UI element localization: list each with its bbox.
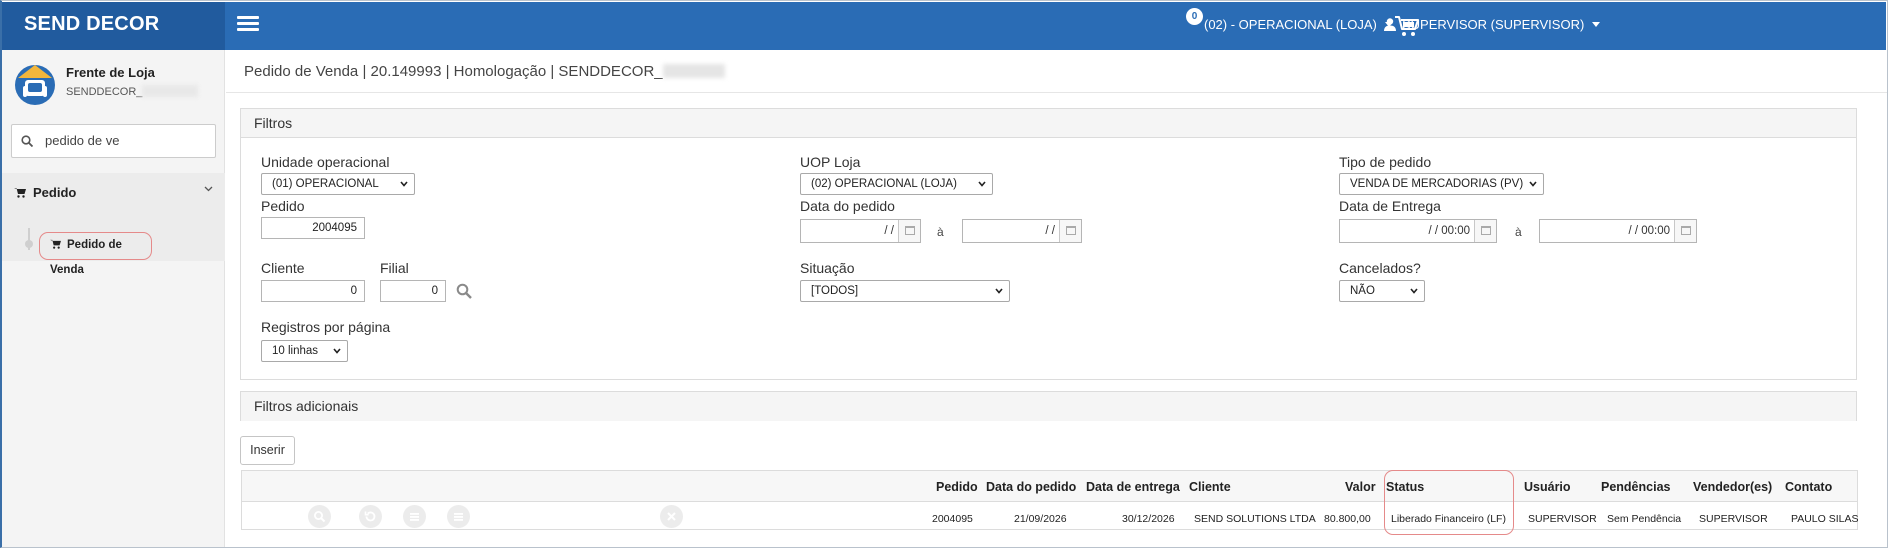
history-icon (364, 511, 376, 522)
filters-panel-title: Filtros (241, 109, 1856, 138)
cliente-label: Cliente (261, 260, 305, 276)
data-pedido-label: Data do pedido (800, 198, 895, 214)
app-subtitle: SENDDECOR_ (66, 85, 199, 98)
results-table: Pedido Data do pedido Data de entrega Cl… (241, 470, 1859, 530)
range-separator: à (1515, 225, 1522, 239)
unidade-label: Unidade operacional (261, 154, 390, 170)
data-pedido-from[interactable]: / / (800, 219, 921, 243)
insert-button[interactable]: Inserir (240, 436, 295, 465)
data-pedido-to[interactable]: / / (962, 219, 1082, 243)
user-menu[interactable]: SUPERVISOR (SUPERVISOR) (1384, 17, 1601, 32)
registros-label: Registros por página (261, 319, 391, 335)
column-header[interactable]: Cliente (1189, 480, 1231, 494)
cancel-button[interactable] (660, 505, 683, 528)
registros-select[interactable]: 10 linhas (261, 340, 348, 362)
tipo-pedido-label: Tipo de pedido (1339, 154, 1432, 170)
app-title: Frente de Loja (66, 65, 155, 80)
user-icon (1384, 18, 1396, 31)
menu-icon (454, 513, 463, 521)
chevron-down-icon (400, 181, 408, 187)
data-entrega-to[interactable]: / / 00:00 (1539, 219, 1697, 243)
column-header[interactable]: Pedido (936, 480, 978, 494)
calendar-icon[interactable] (1059, 220, 1081, 242)
cell-valor: 80.800,00 (1324, 513, 1371, 525)
uop-label: UOP Loja (800, 154, 861, 170)
column-header[interactable]: Pendências (1601, 480, 1670, 494)
column-header[interactable]: Contato (1785, 480, 1832, 494)
cell-data-entrega: 30/12/2026 (1122, 513, 1175, 525)
cancelados-select[interactable]: NÃO (1339, 280, 1425, 302)
menu-search-input[interactable] (45, 133, 205, 148)
list-button[interactable] (403, 505, 426, 528)
uop-select[interactable]: (02) OPERACIONAL (LOJA) (800, 173, 993, 195)
column-header[interactable]: Vendedor(es) (1693, 480, 1772, 494)
menu-group-pedido[interactable]: Pedido (14, 185, 76, 200)
unidade-select[interactable]: (01) OPERACIONAL (261, 173, 415, 195)
cell-data-pedido: 21/09/2026 (1014, 513, 1067, 525)
menu-group-label: Pedido (33, 185, 77, 200)
chevron-down-icon (1410, 288, 1418, 294)
user-menu-label: SUPERVISOR (SUPERVISOR) (1402, 17, 1585, 32)
cell-contato: PAULO SILAS (1791, 513, 1859, 525)
data-entrega-label: Data de Entrega (1339, 198, 1441, 214)
cliente-input[interactable]: 0 (261, 280, 365, 302)
column-header[interactable]: Usuário (1524, 480, 1571, 494)
calendar-icon[interactable] (898, 220, 920, 242)
cell-pendencias: Sem Pendência (1607, 513, 1682, 525)
cancelados-label: Cancelados? (1339, 260, 1421, 276)
menu-search-box[interactable] (11, 124, 216, 158)
situacao-label: Situação (800, 260, 855, 276)
additional-filters-title: Filtros adicionais (241, 392, 1856, 421)
cart-icon (50, 239, 61, 249)
cell-cliente: SEND SOLUTIONS LTDA (1194, 513, 1316, 525)
menu-toggle-icon[interactable] (237, 16, 259, 34)
cart-count-badge: 0 (1186, 8, 1203, 25)
chevron-down-icon (1529, 181, 1537, 187)
filial-label: Filial (380, 260, 409, 276)
table-header: Pedido Data do pedido Data de entrega Cl… (242, 471, 1857, 502)
cell-pedido: 2004095 (932, 513, 973, 525)
menu-item-pedido-de-venda[interactable]: Pedido de Venda (39, 232, 152, 276)
column-header[interactable]: Data do pedido (986, 480, 1076, 494)
chevron-down-icon (978, 181, 986, 187)
store-selector-label: (02) - OPERACIONAL (LOJA) (1204, 17, 1377, 32)
calendar-icon[interactable] (1474, 220, 1496, 242)
store-selector[interactable]: (02) - OPERACIONAL (LOJA) (1204, 17, 1393, 32)
chevron-down-icon[interactable] (204, 186, 213, 192)
additional-filters-panel[interactable]: Filtros adicionais (240, 391, 1857, 421)
view-button[interactable] (308, 505, 331, 528)
chevron-down-icon (333, 348, 341, 354)
tree-dot (25, 240, 33, 248)
brand-logo-text[interactable]: SEND DECOR (2, 2, 225, 50)
page-title: Pedido de Venda | 20.149993 | Homologaçã… (244, 63, 725, 80)
column-header[interactable]: Valor (1345, 480, 1376, 494)
pedido-label: Pedido (261, 198, 305, 214)
close-icon (667, 512, 676, 521)
search-icon (314, 511, 326, 523)
status-highlight (1384, 470, 1514, 535)
cell-usuario: SUPERVISOR (1528, 513, 1597, 525)
store-logo-icon (15, 65, 55, 105)
situacao-select[interactable]: [TODOS] (800, 280, 1010, 302)
range-separator: à (937, 225, 944, 239)
top-navbar: 0 (02) - OPERACIONAL (LOJA) SUPERVISOR (… (225, 2, 1886, 50)
history-button[interactable] (359, 505, 382, 528)
cart-icon (14, 188, 26, 198)
chevron-down-icon (995, 288, 1003, 294)
filial-input[interactable]: 0 (380, 280, 446, 302)
data-entrega-from[interactable]: / / 00:00 (1339, 219, 1497, 243)
pedido-input[interactable]: 2004095 (261, 217, 365, 239)
filters-panel: Filtros (240, 108, 1857, 380)
chevron-down-icon (1592, 22, 1601, 27)
sidebar: Frente de Loja SENDDECOR_ Pedido Pedido … (2, 50, 225, 547)
calendar-icon[interactable] (1674, 220, 1696, 242)
search-icon (21, 135, 33, 147)
menu-button[interactable] (447, 505, 470, 528)
search-icon[interactable] (456, 283, 472, 299)
list-icon (410, 513, 419, 521)
column-header[interactable]: Data de entrega (1086, 480, 1180, 494)
tipo-pedido-select[interactable]: VENDA DE MERCADORIAS (PV) (1339, 173, 1544, 195)
cell-vendedor: SUPERVISOR (1699, 513, 1768, 525)
divider (226, 92, 1887, 93)
